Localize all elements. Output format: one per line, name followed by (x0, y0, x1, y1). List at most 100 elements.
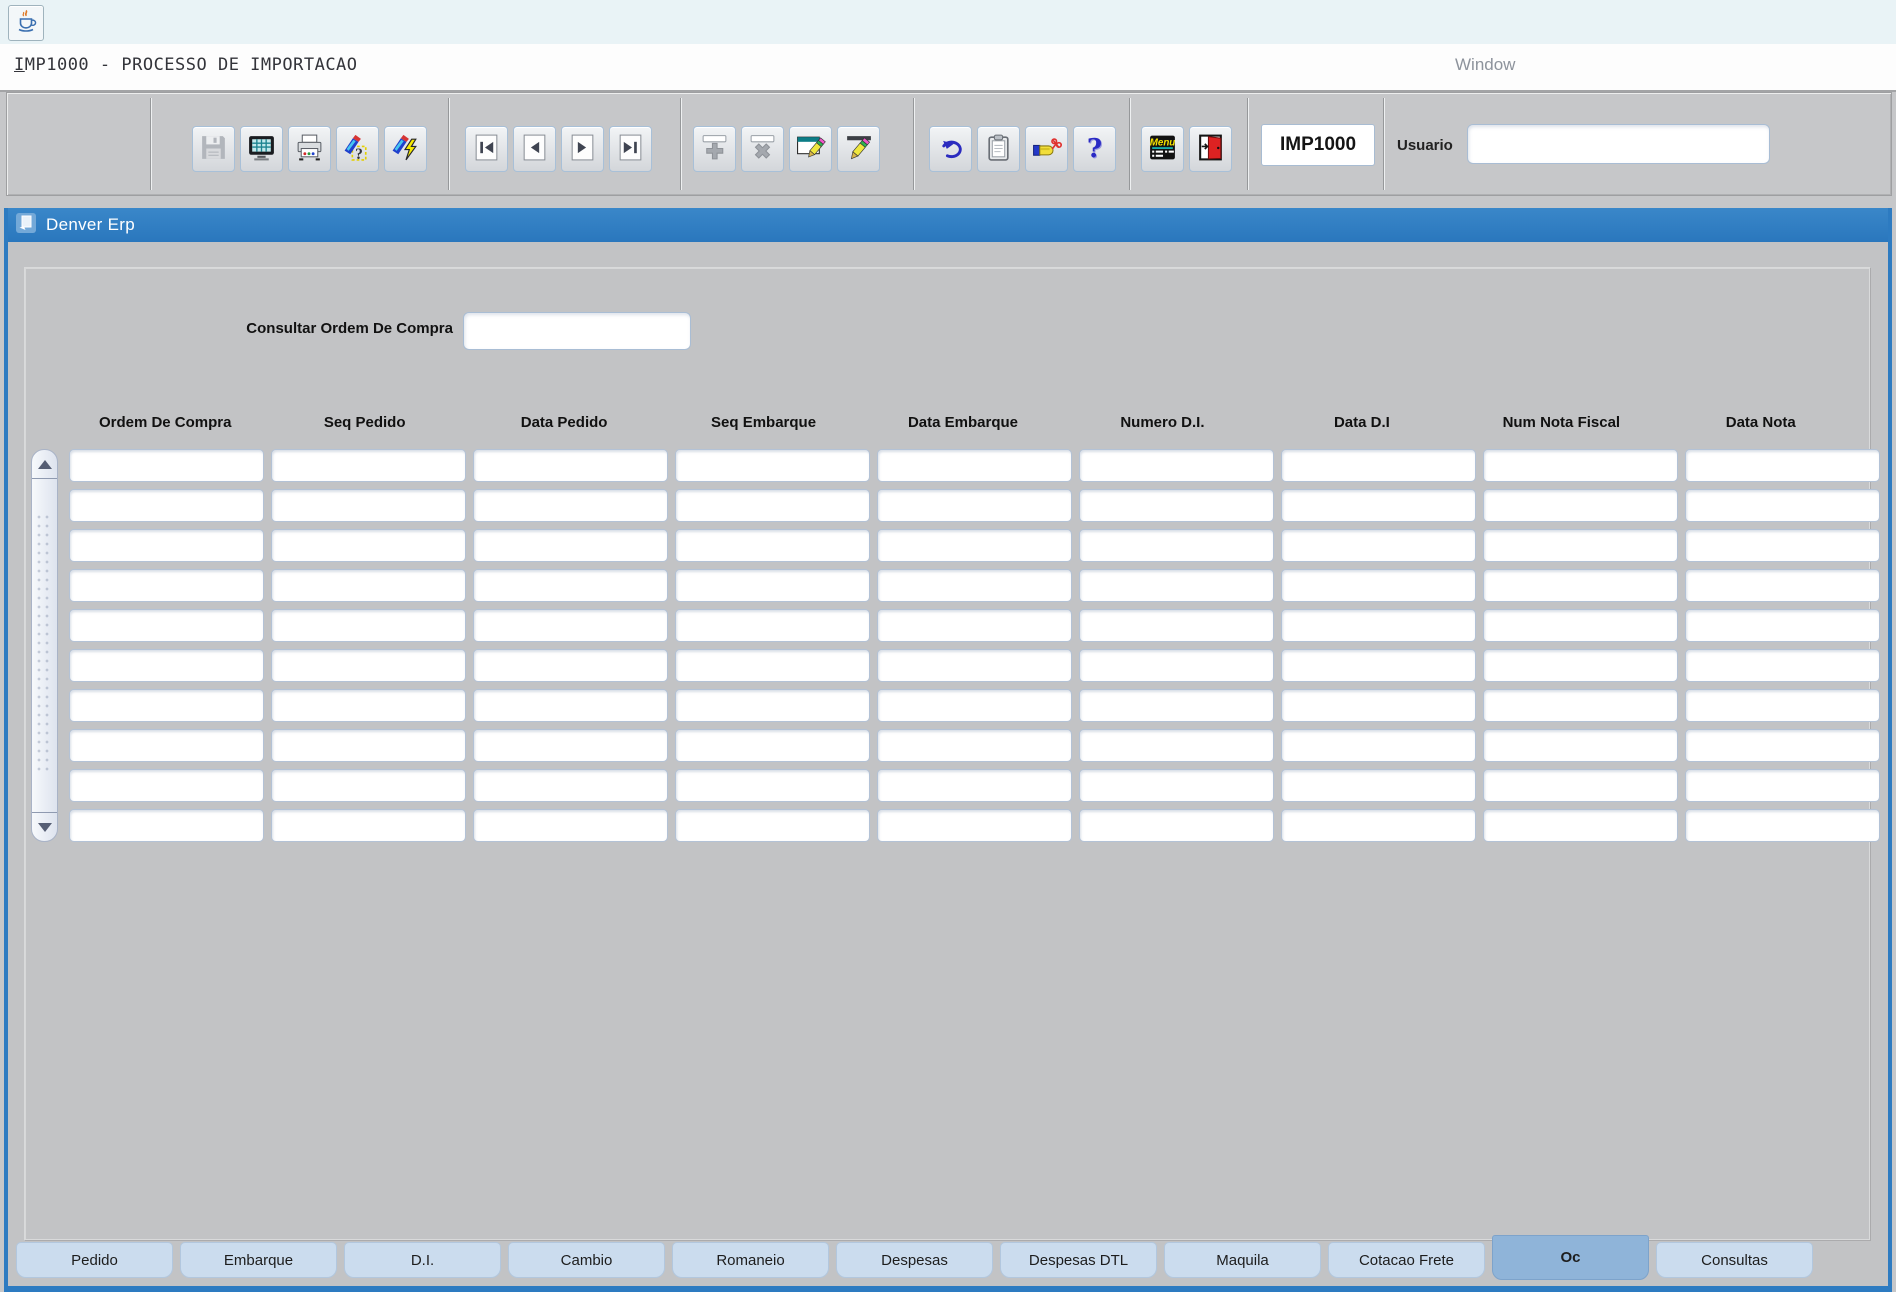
tab-consultas[interactable]: Consultas (1656, 1242, 1813, 1278)
grid-cell[interactable] (1685, 729, 1880, 762)
paste-button[interactable] (977, 126, 1020, 172)
tab-cotacao-frete[interactable]: Cotacao Frete (1328, 1242, 1485, 1278)
grid-cell[interactable] (877, 769, 1072, 802)
grid-cell[interactable] (271, 769, 466, 802)
grid-cell[interactable] (473, 449, 668, 482)
grid-cell[interactable] (69, 689, 264, 722)
grid-cell[interactable] (271, 809, 466, 842)
grid-cell[interactable] (877, 449, 1072, 482)
grid-cell[interactable] (675, 649, 870, 682)
grid-cell[interactable] (271, 529, 466, 562)
grid-cell[interactable] (877, 649, 1072, 682)
grid-cell[interactable] (1281, 489, 1476, 522)
consultar-ordem-input[interactable] (463, 312, 691, 350)
grid-cell[interactable] (1483, 489, 1678, 522)
usuario-input[interactable] (1467, 124, 1770, 164)
grid-cell[interactable] (1483, 649, 1678, 682)
grid-cell[interactable] (1281, 609, 1476, 642)
grid-cell[interactable] (473, 569, 668, 602)
grid-cell[interactable] (1685, 529, 1880, 562)
grid-cell[interactable] (1281, 569, 1476, 602)
tab-maquila[interactable]: Maquila (1164, 1242, 1321, 1278)
insert-record-button[interactable] (693, 126, 736, 172)
grid-cell[interactable] (1281, 449, 1476, 482)
grid-cell[interactable] (1483, 809, 1678, 842)
undo-button[interactable] (929, 126, 972, 172)
grid-cell[interactable] (473, 529, 668, 562)
grid-cell[interactable] (69, 569, 264, 602)
grid-cell[interactable] (1281, 729, 1476, 762)
grid-cell[interactable] (1483, 449, 1678, 482)
grid-cell[interactable] (877, 609, 1072, 642)
tab-romaneio[interactable]: Romaneio (672, 1242, 829, 1278)
next-record-button[interactable] (561, 126, 604, 172)
grid-cell[interactable] (877, 489, 1072, 522)
grid-cell[interactable] (69, 809, 264, 842)
grid-cell[interactable] (1079, 569, 1274, 602)
window-menu[interactable]: Window (1455, 55, 1515, 75)
form-title-menu[interactable]: IMP1000 - PROCESSO DE IMPORTACAO (14, 55, 358, 75)
grid-cell[interactable] (69, 729, 264, 762)
grid-cell[interactable] (271, 729, 466, 762)
grid-cell[interactable] (1685, 769, 1880, 802)
grid-cell[interactable] (271, 609, 466, 642)
grid-cell[interactable] (675, 489, 870, 522)
grid-cell[interactable] (271, 569, 466, 602)
grid-cell[interactable] (271, 489, 466, 522)
previous-record-button[interactable] (513, 126, 556, 172)
print-button[interactable] (288, 126, 331, 172)
grid-cell[interactable] (877, 569, 1072, 602)
enter-query-button[interactable]: ? (336, 126, 379, 172)
scrollbar-track[interactable] (37, 515, 52, 776)
grid-cell[interactable] (271, 449, 466, 482)
save-button[interactable] (192, 126, 235, 172)
grid-cell[interactable] (1281, 689, 1476, 722)
grid-cell[interactable] (1079, 649, 1274, 682)
grid-cell[interactable] (69, 649, 264, 682)
grid-cell[interactable] (877, 689, 1072, 722)
display-button[interactable] (240, 126, 283, 172)
clear-record-button[interactable] (1025, 126, 1068, 172)
scroll-down-button[interactable] (32, 812, 57, 841)
grid-cell[interactable] (1685, 449, 1880, 482)
grid-cell[interactable] (1281, 529, 1476, 562)
grid-cell[interactable] (473, 649, 668, 682)
grid-cell[interactable] (1685, 609, 1880, 642)
grid-cell[interactable] (1079, 489, 1274, 522)
execute-query-button[interactable] (384, 126, 427, 172)
grid-cell[interactable] (675, 449, 870, 482)
grid-cell[interactable] (69, 529, 264, 562)
grid-cell[interactable] (69, 449, 264, 482)
item-edit-button[interactable] (837, 126, 880, 172)
grid-cell[interactable] (675, 689, 870, 722)
grid-cell[interactable] (1483, 729, 1678, 762)
grid-cell[interactable] (473, 489, 668, 522)
java-applet-button[interactable] (8, 5, 44, 41)
grid-cell[interactable] (1281, 649, 1476, 682)
grid-cell[interactable] (1079, 689, 1274, 722)
grid-cell[interactable] (69, 489, 264, 522)
menu-button[interactable]: Menu (1141, 126, 1184, 172)
tab-embarque[interactable]: Embarque (180, 1242, 337, 1278)
grid-cell[interactable] (1281, 769, 1476, 802)
grid-cell[interactable] (1685, 649, 1880, 682)
grid-cell[interactable] (1483, 529, 1678, 562)
grid-cell[interactable] (1685, 489, 1880, 522)
grid-cell[interactable] (675, 569, 870, 602)
tab-pedido[interactable]: Pedido (16, 1242, 173, 1278)
grid-cell[interactable] (1483, 569, 1678, 602)
window-titlebar[interactable]: Denver Erp (8, 208, 1888, 242)
tab-despesas-dtl[interactable]: Despesas DTL (1000, 1242, 1157, 1278)
grid-cell[interactable] (473, 689, 668, 722)
help-button[interactable]: ? (1073, 126, 1116, 172)
grid-cell[interactable] (1079, 449, 1274, 482)
grid-cell[interactable] (675, 609, 870, 642)
grid-scrollbar[interactable] (31, 449, 58, 842)
grid-cell[interactable] (1685, 689, 1880, 722)
grid-cell[interactable] (877, 729, 1072, 762)
tab-despesas[interactable]: Despesas (836, 1242, 993, 1278)
grid-cell[interactable] (1079, 729, 1274, 762)
first-record-button[interactable] (465, 126, 508, 172)
delete-record-button[interactable] (741, 126, 784, 172)
grid-cell[interactable] (1483, 689, 1678, 722)
